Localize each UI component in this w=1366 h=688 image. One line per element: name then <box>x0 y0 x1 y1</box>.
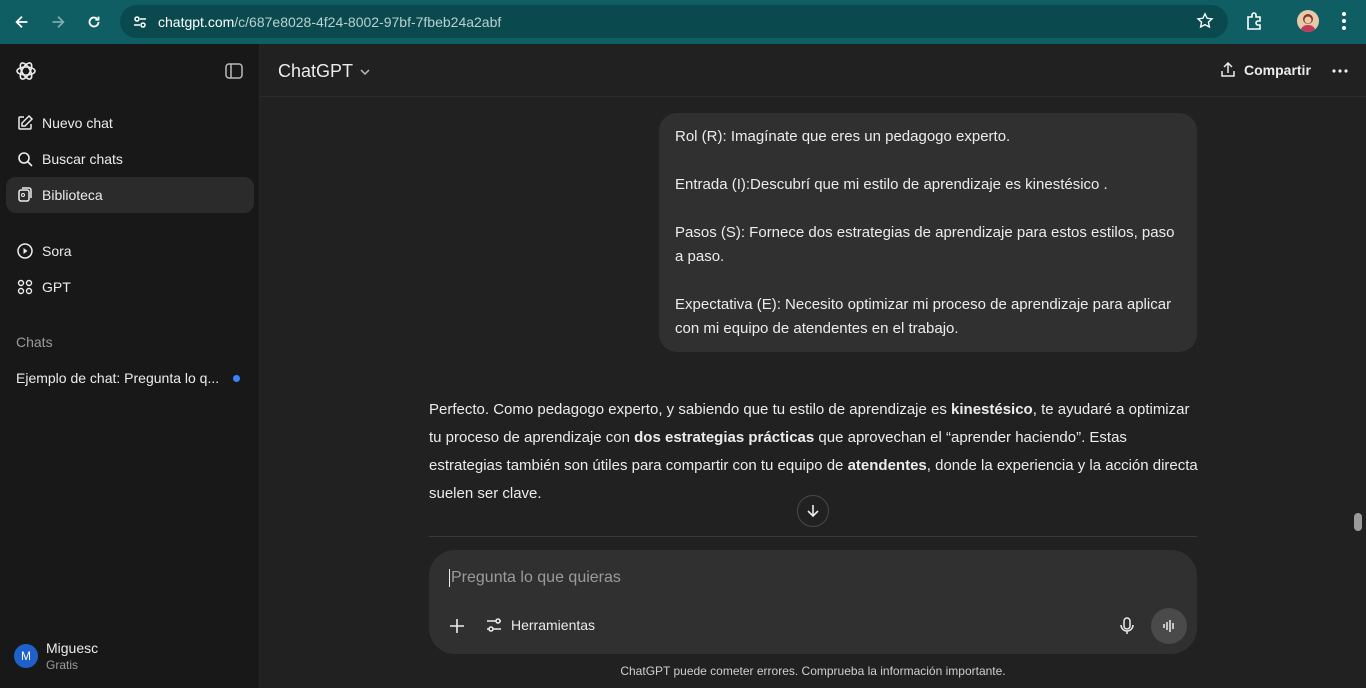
arrow-down-icon <box>807 505 819 518</box>
address-bar[interactable]: chatgpt.com/c/687e8028-4f24-8002-97bf-7f… <box>120 5 1228 38</box>
play-circle-icon <box>16 242 34 260</box>
sidebar-item-search[interactable]: Buscar chats <box>6 141 254 177</box>
back-button[interactable] <box>4 4 40 40</box>
message-composer[interactable]: Pregunta lo que quieras Herramientas <box>429 550 1197 654</box>
reload-icon <box>88 16 100 28</box>
url-text: chatgpt.com/c/687e8028-4f24-8002-97bf-7f… <box>158 13 502 30</box>
waveform-icon <box>1163 620 1174 632</box>
arrow-left-icon <box>15 15 28 29</box>
tools-label: Herramientas <box>511 617 596 633</box>
site-settings-icon[interactable] <box>130 12 150 32</box>
user-name: Miguesc <box>46 640 99 656</box>
user-message-line: Expectativa (E): Necesito optimizar mi p… <box>675 296 1172 337</box>
reload-button[interactable] <box>76 4 112 40</box>
profile-avatar[interactable] <box>1297 10 1319 32</box>
tools-button[interactable]: Herramientas <box>485 616 595 634</box>
grid-icon <box>16 278 34 296</box>
sidebar-item-new-chat[interactable]: Nuevo chat <box>6 105 254 141</box>
sidebar-item-library[interactable]: Biblioteca <box>6 177 254 213</box>
model-name: ChatGPT <box>278 61 354 81</box>
browser-toolbar: chatgpt.com/c/687e8028-4f24-8002-97bf-7f… <box>0 0 1366 44</box>
sidebar-toggle-icon[interactable] <box>224 61 244 81</box>
plus-icon[interactable] <box>447 616 467 636</box>
user-message: Rol (R): Imagínate que eres un pedagogo … <box>659 113 1197 352</box>
browser-menu-icon[interactable] <box>1336 10 1352 32</box>
scroll-to-bottom-button[interactable] <box>797 495 829 527</box>
assistant-message: Perfecto. Como pedagogo experto, y sabie… <box>429 401 1198 502</box>
search-icon <box>16 150 34 168</box>
edit-icon <box>16 114 34 132</box>
openai-logo-icon[interactable] <box>14 59 38 83</box>
arrow-right-icon <box>52 15 65 29</box>
chats-heading: Chats <box>16 334 53 350</box>
library-icon <box>16 186 34 204</box>
sidebar-item-label: Sora <box>42 243 72 259</box>
header: ChatGPT Compartir <box>260 44 1366 97</box>
microphone-icon[interactable] <box>1117 616 1137 636</box>
sidebar-item-label: Biblioteca <box>42 187 103 203</box>
user-plan: Gratis <box>46 658 79 672</box>
forward-button[interactable] <box>40 4 76 40</box>
sidebar-item-label: GPT <box>42 279 71 295</box>
avatar: M <box>14 644 38 668</box>
sidebar-item-gpt[interactable]: GPT <box>6 269 254 305</box>
more-options-icon[interactable] <box>1332 66 1348 76</box>
chat-title: Ejemplo de chat: Pregunta lo q... <box>16 370 220 386</box>
sidebar-item-label: Buscar chats <box>42 151 123 167</box>
chat-history-item[interactable]: Ejemplo de chat: Pregunta lo q... <box>16 370 242 386</box>
extensions-icon[interactable] <box>1244 10 1266 32</box>
sidebar-item-label: Nuevo chat <box>42 115 113 131</box>
voice-mode-button[interactable] <box>1151 608 1187 644</box>
sliders-icon <box>487 618 501 632</box>
share-label: Compartir <box>1244 62 1311 78</box>
prompt-input[interactable]: Pregunta lo que quieras <box>449 569 621 587</box>
share-button[interactable]: Compartir <box>1220 62 1311 78</box>
share-icon <box>1221 62 1235 77</box>
sidebar: Nuevo chat Buscar chats Biblioteca Sora … <box>0 44 260 688</box>
disclaimer: ChatGPT puede cometer errores. Comprueba… <box>620 664 1006 678</box>
user-message-line: Entrada (I):Descubrí que mi estilo de ap… <box>675 176 1108 193</box>
bookmark-star-icon[interactable] <box>1196 12 1214 30</box>
scrollbar[interactable] <box>1354 513 1362 531</box>
chevron-down-icon <box>360 68 370 75</box>
user-message-line: Rol (R): Imagínate que eres un pedagogo … <box>675 128 1011 145</box>
divider <box>429 536 1197 537</box>
unread-dot <box>233 374 240 382</box>
sidebar-item-sora[interactable]: Sora <box>6 233 254 269</box>
main-panel: ChatGPT Compartir Rol (R): Imagínate que… <box>260 44 1366 688</box>
user-account[interactable]: M Miguesc Gratis <box>14 640 98 672</box>
model-selector[interactable]: ChatGPT <box>278 61 371 82</box>
user-message-line: Pasos (S): Fornece dos estrategias de ap… <box>675 224 1175 265</box>
